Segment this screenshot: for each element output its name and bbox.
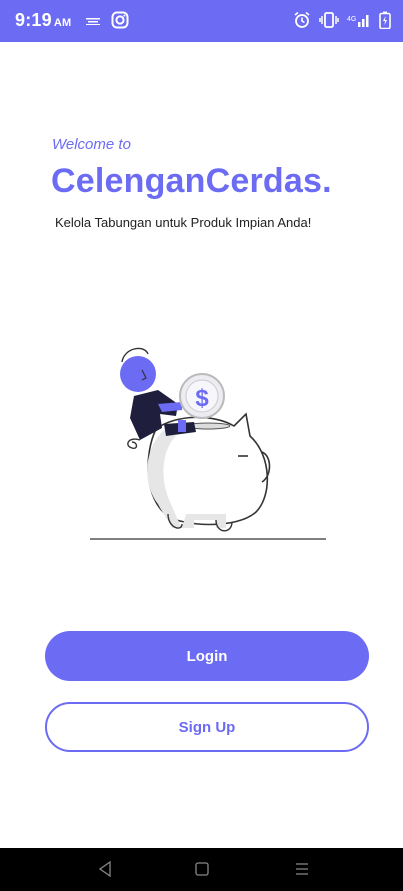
home-icon[interactable] [193,860,211,883]
navigation-bar [0,848,403,891]
instagram-icon [111,11,129,34]
status-bar: 9:19 AM 4G [0,0,403,42]
alarm-icon [293,11,311,34]
status-time-ampm: AM [53,17,72,29]
signup-button[interactable]: Sign Up [45,702,369,752]
back-icon[interactable] [96,860,114,883]
battery-icon [379,11,391,34]
tagline: Kelola Tabungan untuk Produk Impian Anda… [55,215,312,230]
login-button[interactable]: Login [45,631,369,681]
status-time: 9:19 AM [15,10,71,31]
status-time-value: 9:19 [15,10,52,30]
vibrate-icon [319,12,339,33]
svg-text:$: $ [195,385,209,412]
piggy-bank-illustration: $ [86,344,330,544]
welcome-text: Welcome to [52,136,131,153]
brand-title: CelenganCerdas. [51,162,332,200]
svg-text:4G: 4G [347,16,356,23]
notification-icon [85,14,101,32]
signal-icon: 4G [347,12,371,33]
menu-icon[interactable] [293,860,311,883]
